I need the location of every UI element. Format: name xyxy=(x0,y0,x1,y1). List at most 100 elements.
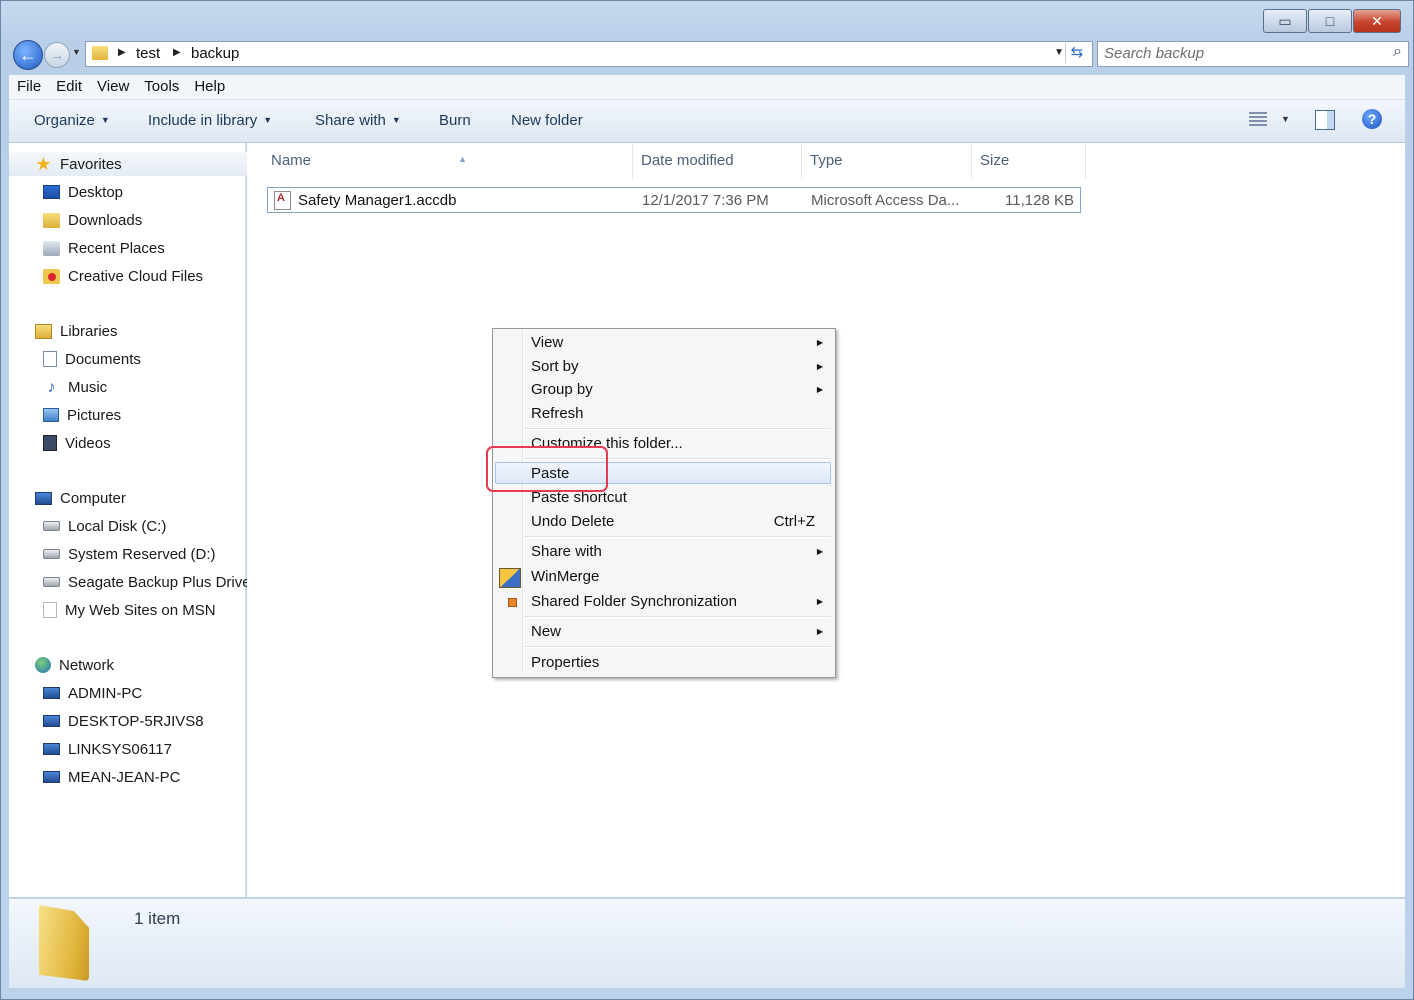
address-box[interactable]: ▶ test ▶ backup ▼ ⇆ xyxy=(85,41,1093,67)
menu-separator xyxy=(525,536,831,538)
nav-recent-places[interactable]: Recent Places xyxy=(9,236,279,260)
nav-documents[interactable]: Documents xyxy=(9,347,279,371)
nav-label: My Web Sites on MSN xyxy=(65,601,216,619)
nav-label: Videos xyxy=(65,434,111,452)
videos-icon xyxy=(43,435,57,451)
nav-creative-cloud[interactable]: Creative Cloud Files xyxy=(9,264,279,288)
search-icon[interactable]: ⌕ xyxy=(1393,43,1402,61)
breadcrumb-backup[interactable]: backup xyxy=(191,45,239,62)
arrow-right-icon: → xyxy=(50,47,64,63)
file-name: Safety Manager1.accdb xyxy=(298,192,457,209)
refresh-icon[interactable]: ⇆ xyxy=(1065,43,1088,63)
network-computer-icon xyxy=(43,687,60,699)
pictures-icon xyxy=(43,408,59,422)
help-icon[interactable]: ? xyxy=(1362,109,1382,129)
menu-label: Shared Folder Synchronization xyxy=(531,593,737,610)
menu-label: New xyxy=(531,623,562,640)
include-in-library-button[interactable]: Include in library ▼ xyxy=(148,112,272,129)
menu-view[interactable]: View xyxy=(89,75,136,99)
nav-music[interactable]: ♪ Music xyxy=(9,375,279,399)
file-date: 12/1/2017 7:36 PM xyxy=(642,192,769,209)
menu-tools[interactable]: Tools xyxy=(136,75,186,99)
menu-item-shared-folder-sync[interactable]: Shared Folder Synchronization ▶ xyxy=(495,591,831,613)
nav-computer[interactable]: Computer xyxy=(9,486,271,510)
organize-label: Organize xyxy=(34,112,95,129)
nav-network[interactable]: Network xyxy=(9,653,271,677)
caption-buttons: ▭ □ ✕ xyxy=(1262,9,1401,33)
menu-item-winmerge[interactable]: WinMerge xyxy=(495,566,831,588)
nav-label: System Reserved (D:) xyxy=(68,545,216,563)
menu-label: Sort by xyxy=(531,358,579,375)
close-button[interactable]: ✕ xyxy=(1353,9,1401,33)
caret-down-icon: ▼ xyxy=(263,115,273,125)
sort-arrow-icon: ▲ xyxy=(458,154,467,164)
nav-desktop[interactable]: Desktop xyxy=(9,180,279,204)
menu-file[interactable]: File xyxy=(9,75,48,99)
nav-libraries[interactable]: Libraries xyxy=(9,319,271,343)
menu-item-new[interactable]: New ▶ xyxy=(495,621,831,643)
menu-item-refresh[interactable]: Refresh xyxy=(495,403,831,425)
menu-item-sort-by[interactable]: Sort by ▶ xyxy=(495,356,831,378)
nav-downloads[interactable]: Downloads xyxy=(9,208,279,232)
winmerge-icon xyxy=(499,568,521,588)
views-dropdown-icon[interactable]: ▼ xyxy=(1281,114,1290,124)
submenu-arrow-icon: ▶ xyxy=(816,362,823,371)
nav-videos[interactable]: Videos xyxy=(9,431,279,455)
minimize-button[interactable]: ▭ xyxy=(1263,9,1307,33)
menu-label: Share with xyxy=(531,543,602,560)
column-header-date[interactable]: Date modified xyxy=(633,143,802,179)
column-header-size[interactable]: Size xyxy=(972,143,1086,179)
creative-cloud-icon xyxy=(43,268,60,284)
breadcrumb-arrow-icon[interactable]: ▶ xyxy=(173,47,181,58)
menu-item-undo-delete[interactable]: Undo Delete Ctrl+Z xyxy=(495,511,831,533)
nav-favorites[interactable]: ★ Favorites xyxy=(9,152,271,176)
search-box[interactable]: ⌕ xyxy=(1097,41,1409,67)
address-dropdown-icon[interactable]: ▼ xyxy=(1054,47,1064,58)
nav-linksys06117[interactable]: LINKSYS06117 xyxy=(9,737,279,761)
menu-item-share-with[interactable]: Share with ▶ xyxy=(495,541,831,563)
organize-button[interactable]: Organize ▼ xyxy=(34,112,110,129)
nav-local-disk[interactable]: Local Disk (C:) xyxy=(9,514,279,538)
nav-label: ADMIN-PC xyxy=(68,684,143,702)
downloads-folder-icon xyxy=(43,212,60,228)
nav-label: DESKTOP-5RJIVS8 xyxy=(68,712,204,730)
menu-item-view[interactable]: View ▶ xyxy=(495,332,831,354)
nav-desktop-5rjivs8[interactable]: DESKTOP-5RJIVS8 xyxy=(9,709,279,733)
nav-pictures[interactable]: Pictures xyxy=(9,403,279,427)
folder-icon xyxy=(39,905,89,981)
new-folder-button[interactable]: New folder xyxy=(511,112,583,129)
back-button[interactable]: ← xyxy=(13,40,43,70)
preview-pane-icon[interactable] xyxy=(1315,110,1335,130)
nav-web-sites-msn[interactable]: My Web Sites on MSN xyxy=(9,598,279,622)
desktop-icon xyxy=(43,185,60,199)
menu-help[interactable]: Help xyxy=(186,75,232,99)
sync-icon xyxy=(508,598,517,607)
nav-system-reserved[interactable]: System Reserved (D:) xyxy=(9,542,279,566)
nav-mean-jean-pc[interactable]: MEAN-JEAN-PC xyxy=(9,765,279,789)
breadcrumb-arrow-icon[interactable]: ▶ xyxy=(118,47,126,58)
local-disk-icon xyxy=(43,521,60,531)
nav-label: Local Disk (C:) xyxy=(68,517,167,535)
file-row[interactable]: Safety Manager1.accdb 12/1/2017 7:36 PM … xyxy=(267,187,1081,213)
caret-down-icon: ▼ xyxy=(100,115,110,125)
nav-admin-pc[interactable]: ADMIN-PC xyxy=(9,681,279,705)
burn-button[interactable]: Burn xyxy=(439,112,471,129)
views-icon[interactable] xyxy=(1249,112,1267,128)
search-input[interactable] xyxy=(1098,42,1380,64)
menu-edit[interactable]: Edit xyxy=(48,75,89,99)
maximize-button[interactable]: □ xyxy=(1308,9,1352,33)
share-with-button[interactable]: Share with ▼ xyxy=(315,112,401,129)
command-bar: Organize ▼ Include in library ▼ Share with… xyxy=(9,100,1405,143)
menu-item-group-by[interactable]: Group by ▶ xyxy=(495,379,831,401)
computer-icon xyxy=(35,491,52,505)
breadcrumb-test[interactable]: test xyxy=(136,45,160,62)
forward-button[interactable]: → xyxy=(44,42,70,68)
column-header-type[interactable]: Type xyxy=(802,143,972,179)
menu-item-properties[interactable]: Properties xyxy=(495,652,831,674)
nav-label: Pictures xyxy=(67,406,122,424)
folder-icon xyxy=(92,46,108,60)
menu-label: Group by xyxy=(531,381,593,398)
nav-seagate-drive[interactable]: Seagate Backup Plus Drive xyxy=(9,570,279,594)
column-header-name[interactable]: Name ▲ xyxy=(263,143,633,179)
recent-pages-dropdown[interactable]: ▼ xyxy=(72,47,81,57)
